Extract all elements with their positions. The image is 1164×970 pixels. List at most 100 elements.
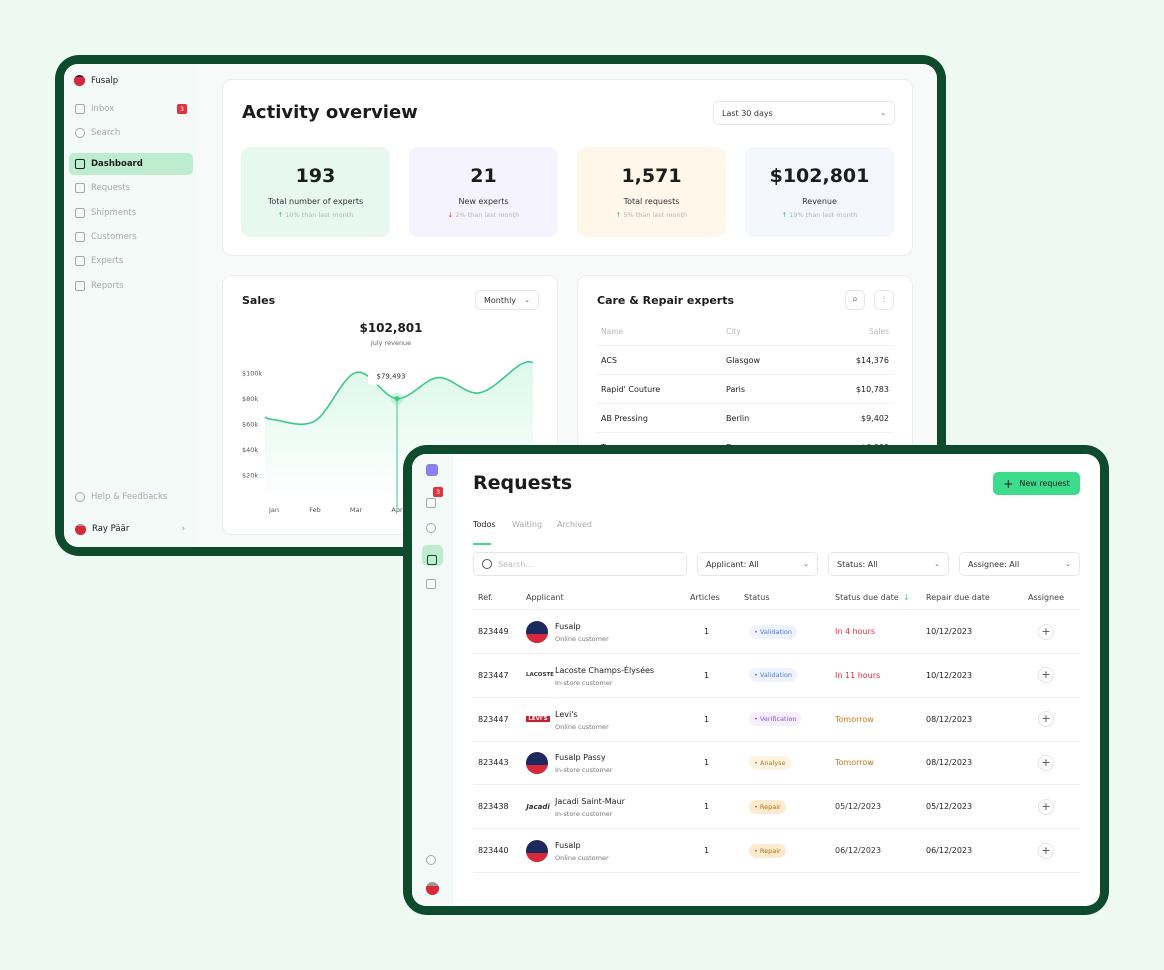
nav-label: Search — [91, 128, 121, 138]
sidebar-item-reports[interactable]: Reports — [69, 275, 193, 297]
search-button[interactable] — [426, 518, 436, 537]
add-assignee-button[interactable]: + — [1038, 667, 1054, 684]
add-assignee-button[interactable]: + — [1038, 623, 1054, 640]
search-input[interactable]: Search... — [473, 552, 687, 576]
sidebar-item-search[interactable]: Search — [69, 122, 193, 144]
fusalp-logo — [526, 751, 548, 774]
sidebar-item-experts[interactable]: Experts — [69, 250, 193, 272]
status-due-date: 06/12/2023 — [835, 846, 882, 855]
status-text: Verification — [759, 715, 797, 724]
repair-due-date: 08/12/2023 — [926, 714, 973, 724]
table-row[interactable]: Rapid' Couture Paris $10,783 — [596, 375, 894, 404]
add-assignee-button[interactable]: + — [1038, 711, 1054, 728]
table-row[interactable]: AB Pressing Berlin $9,402 — [596, 404, 894, 433]
nav-label: Reports — [91, 280, 124, 291]
plus-icon: + — [1041, 624, 1051, 638]
x-tick-label: Jan — [268, 506, 279, 514]
stat-value: 1,571 — [621, 165, 682, 187]
articles: 1 — [704, 670, 710, 680]
y-tick-label: $100k — [242, 370, 263, 378]
ref: 823449 — [478, 627, 509, 636]
table-row[interactable]: 823440 Fusalp Online customer 1 • Repair… — [473, 829, 1080, 873]
table-row[interactable]: 823438 Jacadi Jacadi Saint-Maur In-store… — [473, 785, 1080, 830]
add-assignee-button[interactable]: + — [1038, 798, 1054, 815]
sidebar-item-inbox[interactable]: Inbox 3 — [69, 98, 193, 120]
status-text: Repair — [759, 802, 781, 811]
applicant-name: Jacadi Saint-Maur — [555, 797, 625, 807]
page-title: Requests — [473, 472, 573, 494]
repair-due-date: 05/12/2023 — [926, 802, 973, 812]
status-badge: • Verification — [744, 712, 806, 727]
table-row[interactable]: 823449 Fusalp Online customer 1 • Valida… — [473, 610, 1080, 654]
help-button[interactable] — [426, 850, 436, 869]
sidebar-item-dashboard[interactable]: Dashboard — [69, 153, 193, 175]
status-due-date: 05/12/2023 — [835, 802, 882, 812]
store-icon — [75, 256, 85, 267]
add-assignee-button[interactable]: + — [1038, 842, 1054, 859]
avatar — [75, 523, 86, 535]
ref: 823440 — [478, 846, 509, 855]
sidebar-item-customers[interactable]: Customers — [69, 226, 193, 248]
sidebar-item-shipments[interactable]: Shipments — [69, 202, 193, 224]
nav-label: Help & Feedbacks — [91, 492, 168, 502]
status-due-date: Tomorrow — [835, 714, 874, 724]
y-tick-label: $80k — [242, 395, 258, 403]
col-header: Ref. — [478, 593, 493, 602]
table-row[interactable]: 823447 LACOSTE Lacoste Champs-Élysées In… — [473, 654, 1080, 698]
date-range-select[interactable]: Last 30 days ⌄ — [713, 101, 895, 125]
stat-card: $102,801 Revenue ↑ 19% than last month — [745, 147, 894, 237]
applicant-type: Online customer — [555, 854, 609, 862]
filter-select[interactable]: Status: All ⌄ — [828, 552, 949, 576]
chevron-down-icon: ⌄ — [803, 560, 809, 568]
expert-sales: $14,376 — [855, 355, 889, 365]
expert-city: Glasgow — [726, 355, 761, 365]
search-button[interactable]: ⌕ — [845, 290, 865, 310]
filter-button[interactable]: ⫶ — [874, 290, 894, 310]
brand-logo: LEVI'S — [526, 716, 550, 723]
sidebar-item-requests[interactable]: Requests — [69, 177, 193, 199]
add-assignee-button[interactable]: + — [1038, 754, 1054, 771]
status-badge: • Analyse — [744, 755, 796, 770]
table-row[interactable]: ACS Glasgow $14,376 — [596, 346, 894, 375]
tab-todos[interactable]: Todos — [473, 520, 496, 529]
tab-archived[interactable]: Archived — [557, 520, 592, 529]
filter-select[interactable]: Assignee: All ⌄ — [959, 552, 1080, 576]
table-row[interactable]: 823447 LEVI'S Levi's Online customer 1 •… — [473, 698, 1080, 742]
status-badge: • Repair — [744, 799, 791, 814]
plus-icon: + — [1041, 799, 1051, 813]
brand[interactable]: Fusalp — [74, 75, 118, 86]
stat-change: ↓ 2% than last month — [409, 211, 558, 219]
applicant-logo-wrap — [526, 620, 548, 643]
articles: 1 — [704, 802, 710, 812]
user-menu[interactable]: Ray Päär › — [69, 518, 193, 540]
sidebar-item-help[interactable]: Help & Feedbacks — [69, 486, 193, 508]
inbox-icon — [426, 498, 436, 508]
stat-change: ↑ 19% than last month — [745, 211, 894, 219]
col-header[interactable]: Status due date — [835, 593, 899, 602]
avatar[interactable] — [426, 882, 439, 895]
expert-city: Paris — [726, 384, 746, 394]
chevron-down-icon: ⌄ — [934, 560, 940, 568]
sort-down-icon[interactable]: ↓ — [903, 593, 910, 602]
requests-nav-button[interactable] — [422, 545, 443, 566]
col-city: City — [726, 326, 741, 336]
applicant-name: Fusalp — [555, 841, 581, 850]
brand-logo — [74, 75, 85, 86]
shipments-button[interactable] — [426, 574, 436, 593]
search-icon — [482, 559, 492, 569]
data-point[interactable] — [394, 396, 400, 402]
table-row[interactable]: 823443 Fusalp Passy In-store customer 1 … — [473, 741, 1080, 786]
nav-label: Inbox — [91, 104, 115, 114]
inbox-badge: 3 — [433, 487, 444, 497]
articles: 1 — [704, 627, 710, 636]
status-badge: • Repair — [744, 843, 791, 858]
articles: 1 — [704, 714, 710, 724]
applicant-type: Online customer — [555, 722, 609, 731]
y-tick-label: $60k — [242, 421, 258, 429]
tab-waiting[interactable]: Waiting — [512, 520, 542, 529]
filter-select[interactable]: Applicant: All ⌄ — [697, 552, 818, 576]
change-text: 5% than last month — [623, 211, 688, 219]
new-request-button[interactable]: + New request — [993, 472, 1080, 495]
inbox-button[interactable]: 3 — [426, 487, 444, 512]
active-tab-indicator — [473, 543, 491, 545]
